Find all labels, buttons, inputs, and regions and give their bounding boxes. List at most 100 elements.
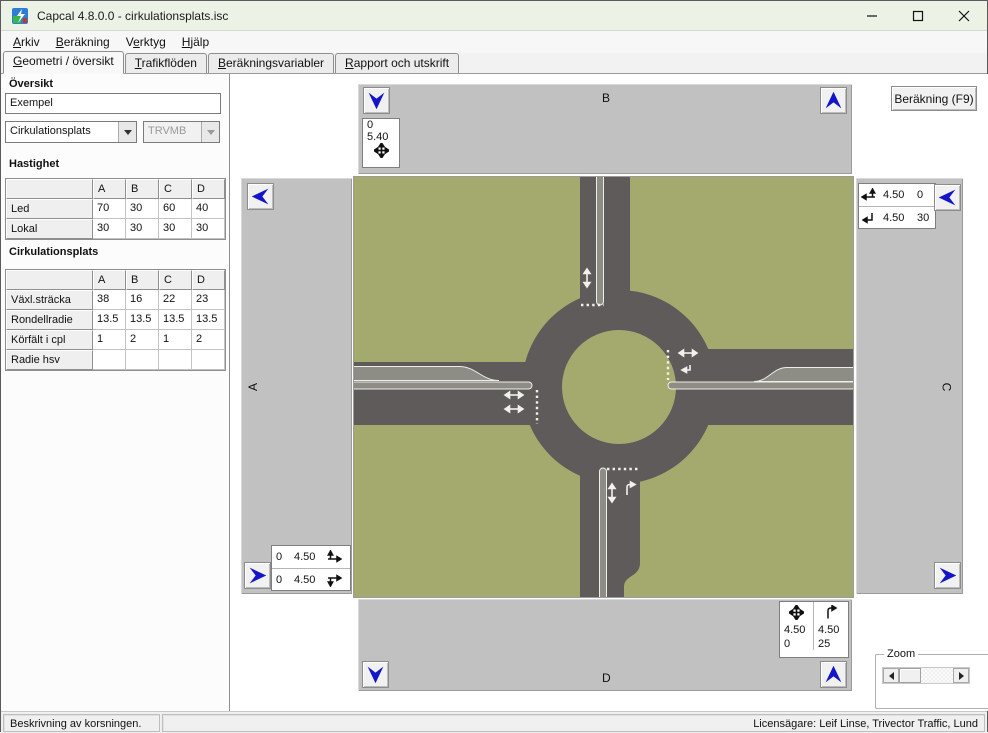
median-north [597,177,604,305]
speed-cell[interactable]: 30 [126,199,159,219]
approach-a-label: A [246,383,260,391]
cpl-cell[interactable] [159,350,192,370]
zoom-scrollbar[interactable] [882,667,970,684]
approach-b-lane-box[interactable]: 0 5.40 [362,118,400,168]
maximize-button[interactable] [895,1,941,31]
approach-a-panel: A 0 4.50 0 4.50 [241,178,352,594]
status-description: Beskrivning av korsningen. [3,714,160,732]
arrow-down-icon [364,87,389,114]
chevron-down-icon [124,130,132,135]
cpl-cell[interactable]: 13.5 [159,310,192,330]
table-row: Körfält i cpl 1 2 1 2 [6,330,225,350]
approach-d-nav-down-button[interactable] [362,661,389,688]
zoom-scroll-track[interactable] [921,668,953,683]
cpl-cell[interactable]: 2 [192,330,225,350]
lane-column: 4.50 0 [780,602,814,650]
status-license: Licensägare: Leif Linse, Trivector Traff… [162,714,985,732]
lane-value: 4.50 [879,189,913,201]
chevron-down-icon [207,130,215,135]
menu-verktyg[interactable]: Verktyg [118,32,174,52]
cpl-cell[interactable]: 1 [93,330,126,350]
cpl-cell[interactable] [192,350,225,370]
speed-cell[interactable]: 30 [126,219,159,239]
sidebar: Översikt Exempel Cirkulationsplats TRVMB… [1,74,230,711]
name-input[interactable]: Exempel [5,93,221,114]
approach-b-panel: B 0 5.40 [358,84,852,174]
approach-c-nav-left-button[interactable] [934,184,961,211]
main-area: Beräkning (F9) B 0 5.40 A [231,74,988,711]
lane-turn-down-left-icon [859,211,879,225]
intersection-type-select[interactable]: Cirkulationsplats [5,121,137,143]
cpl-cell[interactable] [93,350,126,370]
roundabout-drawing [354,177,853,597]
speed-cell[interactable]: 30 [159,219,192,239]
tab-geometri-oversikt[interactable]: Geometri / översikt [3,51,124,74]
approach-d-panel: 4.50 0 4.50 25 D [358,599,852,691]
approach-c-label: C [939,383,953,392]
triangle-left-icon [889,672,894,680]
menu-hjalp[interactable]: Hjälp [174,32,217,52]
lane-straight-left-up-icon [859,188,879,202]
speed-cell[interactable]: 30 [192,219,225,239]
cpl-cell[interactable]: 1 [159,330,192,350]
cpl-cell[interactable]: 13.5 [93,310,126,330]
type-select-dropdown-button[interactable] [118,122,136,142]
approach-d-label: D [602,671,611,685]
cpl-cell[interactable] [126,350,159,370]
cpl-cell[interactable]: 38 [93,290,126,310]
close-button[interactable] [941,1,987,31]
tab-rapport-utskrift[interactable]: Rapport och utskrift [335,53,459,73]
arrow-left-icon [248,183,273,210]
calculate-button[interactable]: Beräkning (F9) [891,86,977,111]
model-select-dropdown-button [201,122,219,142]
speed-cell[interactable]: 40 [192,199,225,219]
lane-value: 25 [814,636,848,650]
arrow-up-icon [821,661,846,688]
cpl-cell[interactable]: 16 [126,290,159,310]
zoom-scroll-right-button[interactable] [953,668,969,683]
cpl-cell[interactable]: 22 [159,290,192,310]
speed-cell[interactable]: 60 [159,199,192,219]
table-row: Rondellradie 13.5 13.5 13.5 13.5 [6,310,225,330]
lane-value: 4.50 [290,551,326,563]
arrow-right-icon [935,562,960,589]
cpl-cell[interactable]: 23 [192,290,225,310]
menu-berakning[interactable]: Beräkning [48,32,118,52]
approach-b-nav-down-button[interactable] [363,87,390,114]
speed-cell[interactable]: 30 [93,219,126,239]
menu-arkiv[interactable]: Arkiv [5,32,48,52]
approach-c-lane-table[interactable]: 4.50 0 4.50 30 [858,183,936,229]
zoom-scroll-thumb[interactable] [899,668,921,683]
approach-d-lane-table[interactable]: 4.50 0 4.50 25 [779,601,849,658]
menu-bar: Arkiv Beräkning Verktyg Hjälp [1,31,987,53]
zoom-scroll-left-button[interactable] [883,668,899,683]
median-west [354,382,532,389]
approach-c-nav-right-button[interactable] [934,562,961,589]
minimize-icon [866,10,878,22]
lane-value: 4.50 [879,212,913,224]
cpl-cell[interactable]: 2 [126,330,159,350]
cpl-cell[interactable]: 13.5 [192,310,225,330]
app-icon [11,7,29,25]
speed-cell[interactable]: 70 [93,199,126,219]
approach-b-nav-up-button[interactable] [820,87,847,114]
move-icon [780,602,813,622]
speed-corner-cell [6,179,93,199]
lane-value: 0 [363,119,399,131]
minimize-button[interactable] [849,1,895,31]
lane-value: 0 [272,574,290,586]
tab-trafikfloden[interactable]: Trafikflöden [125,53,207,73]
approach-a-nav-right-button[interactable] [244,562,271,589]
arrow-right-icon [245,562,270,589]
tab-berakningsvariabler[interactable]: Beräkningsvariabler [208,53,334,73]
roundabout-canvas[interactable] [353,176,854,598]
table-row: Radie hsv [6,350,225,370]
cpl-col-header: C [159,270,192,290]
cpl-col-header: A [93,270,126,290]
cpl-cell[interactable]: 13.5 [126,310,159,330]
approach-d-nav-up-button[interactable] [820,661,847,688]
window-title: Capcal 4.8.0.0 - cirkulationsplats.isc [37,9,228,23]
approach-a-nav-left-button[interactable] [247,183,274,210]
cpl-row-label: Växl.sträcka [6,290,93,310]
approach-a-lane-table[interactable]: 0 4.50 0 4.50 [271,545,351,591]
